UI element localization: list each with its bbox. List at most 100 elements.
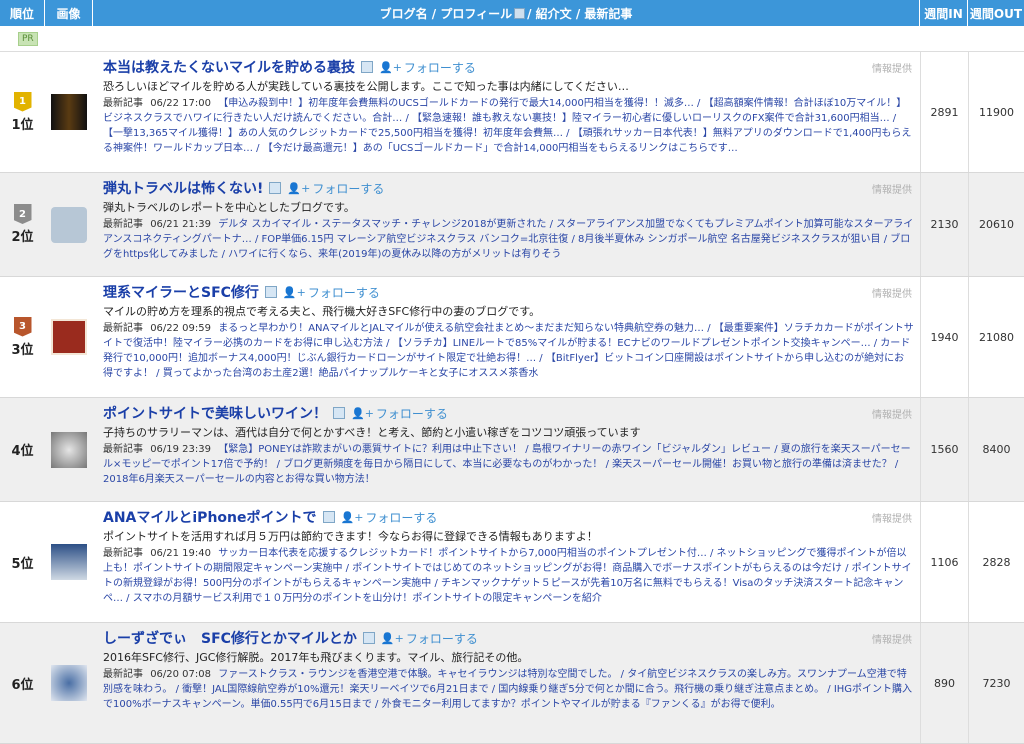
profile-icon[interactable] — [361, 61, 373, 73]
recent-posts: 最新記事 06/21 21:39 デルタ スカイマイル・ステータスマッチ・チャレ… — [103, 217, 914, 262]
recent-post-links[interactable]: 【緊急】PONEYは詐欺まがいの悪質サイトに？利用は中止下さい！ / 島根ワイナ… — [103, 444, 911, 485]
weekly-out: 2828 — [968, 502, 1024, 622]
recent-post-links[interactable]: デルタ スカイマイル・ステータスマッチ・チャレンジ2018が更新された / スタ… — [103, 219, 913, 260]
add-user-icon: 👤+ — [351, 406, 374, 420]
weekly-out: 11900 — [968, 52, 1024, 172]
table-row: 5位 ANAマイルとiPhoneポイントで 👤+ フォローする 情報提供 ポイン… — [0, 502, 1024, 623]
follow-button[interactable]: 👤+ フォローする — [379, 59, 476, 76]
header-in[interactable]: 週間IN — [920, 0, 968, 26]
weekly-out: 8400 — [968, 398, 1024, 501]
follow-button[interactable]: 👤+ フォローする — [341, 509, 438, 526]
header-main: ブログ名 / プロフィール / 紹介文 / 最新記事 — [93, 0, 920, 26]
pr-badge[interactable]: PR — [18, 31, 38, 46]
weekly-in: 1940 — [920, 277, 968, 397]
blog-thumbnail[interactable] — [51, 206, 87, 243]
blog-info-cell: しーずざでぃ SFC修行とかマイルとか 👤+ フォローする 情報提供 2016年… — [93, 623, 920, 743]
blog-thumbnail[interactable] — [51, 319, 87, 355]
rank-medal-icon: 2 — [13, 204, 32, 224]
thumbnail-cell — [45, 52, 93, 172]
rank-cell: 3 3位 — [0, 277, 45, 397]
follow-button[interactable]: 👤+ フォローする — [287, 180, 384, 197]
header-out[interactable]: 週間OUT — [968, 0, 1024, 26]
follow-label: フォローする — [307, 285, 380, 300]
info-link[interactable]: 情報提供 — [872, 60, 912, 75]
rank-label: 4位 — [11, 444, 34, 459]
blog-description: マイルの貯め方を理系的視点で考える夫と、飛行機大好きSFC修行中の妻のブログです… — [103, 305, 541, 318]
blog-title-link[interactable]: 理系マイラーとSFC修行 — [103, 282, 259, 302]
recent-label: 最新記事 — [103, 444, 143, 455]
recent-label: 最新記事 — [103, 323, 143, 334]
info-link[interactable]: 情報提供 — [872, 631, 912, 646]
info-link[interactable]: 情報提供 — [872, 285, 912, 300]
header-main-post: / 紹介文 / 最新記事 — [527, 6, 633, 21]
profile-icon[interactable] — [269, 182, 282, 194]
recent-post-links[interactable]: ファーストクラス・ラウンジを香港空港で体験。キャセイラウンジは特別な空間でした。… — [103, 669, 912, 710]
rank-label: 1位 — [11, 117, 34, 133]
blog-description: 恐ろしいほどマイルを貯める人が実践している裏技を公開します。ここで知った事は内緒… — [103, 80, 629, 93]
recent-date: 06/22 17:00 — [150, 98, 212, 109]
rank-cell: 6位 — [0, 623, 45, 743]
add-user-icon: 👤+ — [380, 631, 404, 645]
recent-date: 06/21 21:39 — [150, 219, 212, 230]
rank-cell: 5位 — [0, 502, 45, 622]
table-row: 1 1位 本当は教えたくないマイルを貯める裏技 👤+ フォローする 情報提供 恐… — [0, 52, 1024, 173]
follow-button[interactable]: 👤+ フォローする — [283, 284, 380, 301]
table-row: 4位 ポイントサイトで美味しいワイン！ 👤+ フォローする 情報提供 子持ちのサ… — [0, 398, 1024, 502]
weekly-in: 1560 — [920, 398, 968, 501]
profile-icon — [514, 7, 526, 19]
profile-icon[interactable] — [362, 632, 375, 644]
weekly-in: 1106 — [920, 502, 968, 622]
header-image: 画像 — [45, 0, 93, 26]
blog-description: 子持ちのサラリーマンは、酒代は自分で何とかすべき！と考え、節約と小遣い稼ぎをコツ… — [103, 426, 641, 439]
info-link[interactable]: 情報提供 — [872, 510, 912, 525]
follow-label: フォローする — [375, 406, 448, 421]
add-user-icon: 👤+ — [282, 285, 306, 299]
rank-cell: 2 2位 — [0, 173, 45, 276]
recent-label: 最新記事 — [103, 548, 143, 559]
blog-title-link[interactable]: 本当は教えたくないマイルを貯める裏技 — [103, 57, 355, 77]
info-link[interactable]: 情報提供 — [872, 406, 912, 421]
blog-title-link[interactable]: ANAマイルとiPhoneポイントで — [103, 507, 317, 527]
thumbnail-cell — [45, 398, 93, 501]
profile-icon[interactable] — [264, 286, 277, 298]
blog-info-cell: ポイントサイトで美味しいワイン！ 👤+ フォローする 情報提供 子持ちのサラリー… — [93, 398, 920, 501]
thumbnail-cell — [45, 623, 93, 743]
thumbnail-cell — [45, 502, 93, 622]
profile-icon[interactable] — [333, 407, 345, 419]
blog-thumbnail[interactable] — [51, 665, 87, 701]
follow-label: フォローする — [312, 181, 385, 196]
blog-thumbnail[interactable] — [51, 94, 87, 130]
pr-row: PR — [0, 26, 1024, 52]
weekly-in: 2891 — [920, 52, 968, 172]
blog-title-link[interactable]: 弾丸トラベルは怖くない! — [103, 178, 263, 198]
header-rank: 順位 — [0, 0, 45, 26]
follow-label: フォローする — [403, 60, 476, 75]
recent-post-links[interactable]: まるっと早わかり！ANAマイルとJALマイルが使える航空会社まとめ〜まだまだ知ら… — [103, 323, 914, 379]
follow-label: フォローする — [405, 631, 478, 646]
profile-icon[interactable] — [322, 511, 335, 523]
recent-label: 最新記事 — [103, 219, 143, 230]
blog-thumbnail[interactable] — [51, 544, 87, 580]
follow-button[interactable]: 👤+ フォローする — [351, 405, 448, 422]
info-link[interactable]: 情報提供 — [872, 181, 912, 196]
rank-label: 3位 — [11, 342, 34, 358]
blog-title-link[interactable]: しーずざでぃ SFC修行とかマイルとか — [103, 628, 357, 648]
recent-label: 最新記事 — [103, 98, 143, 109]
recent-post-links[interactable]: 【申込み殺到中！】初年度年会費無料のUCSゴールドカードの発行で最大14,000… — [103, 98, 911, 154]
rank-medal-icon: 3 — [13, 316, 32, 337]
recent-post-links[interactable]: サッカー日本代表を応援するクレジットカード！ポイントサイトから7,000円相当の… — [103, 548, 912, 604]
recent-posts: 最新記事 06/22 09:59 まるっと早わかり！ANAマイルとJALマイルが… — [103, 321, 914, 381]
blog-description: 弾丸トラベルのレポートを中心としたブログです。 — [103, 201, 355, 214]
recent-posts: 最新記事 06/20 07:08 ファーストクラス・ラウンジを香港空港で体験。キ… — [103, 667, 914, 712]
blog-info-cell: 弾丸トラベルは怖くない! 👤+ フォローする 情報提供 弾丸トラベルのレポートを… — [93, 173, 920, 276]
table-row: 2 2位 弾丸トラベルは怖くない! 👤+ フォローする 情報提供 弾丸トラベルの… — [0, 173, 1024, 277]
weekly-in: 890 — [920, 623, 968, 743]
blog-info-cell: ANAマイルとiPhoneポイントで 👤+ フォローする 情報提供 ポイントサイ… — [93, 502, 920, 622]
table-row: 6位 しーずざでぃ SFC修行とかマイルとか 👤+ フォローする 情報提供 20… — [0, 623, 1024, 744]
follow-button[interactable]: 👤+ フォローする — [381, 630, 478, 647]
recent-date: 06/22 09:59 — [150, 323, 212, 334]
blog-thumbnail[interactable] — [51, 431, 87, 468]
blog-title-link[interactable]: ポイントサイトで美味しいワイン！ — [103, 403, 327, 423]
recent-date: 06/21 19:40 — [150, 548, 212, 559]
blog-info-cell: 本当は教えたくないマイルを貯める裏技 👤+ フォローする 情報提供 恐ろしいほど… — [93, 52, 920, 172]
